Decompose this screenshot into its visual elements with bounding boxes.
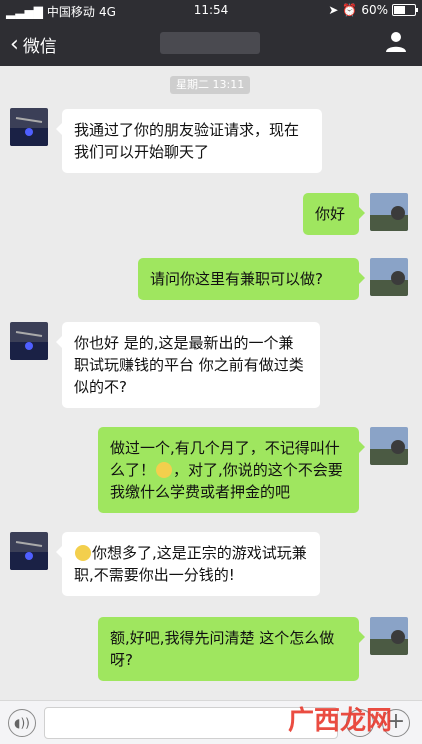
status-right: ➤ ⏰ 60% <box>328 3 418 17</box>
contact-avatar[interactable] <box>10 532 48 570</box>
message-text: 你想多了,这是正宗的游戏试玩兼职,不需要你出一分钱的! <box>74 544 307 584</box>
watermark: 广西龙网 <box>288 706 393 736</box>
my-avatar[interactable] <box>370 427 408 465</box>
nav-bar: ‹ 微信 <box>0 20 422 66</box>
timestamp: 星期二 13:11 <box>170 76 251 94</box>
message-bubble-received[interactable]: 我通过了你的朋友验证请求，现在我们可以开始聊天了 <box>56 109 322 173</box>
emoji-icon <box>156 462 173 478</box>
battery-percent: 60% <box>361 3 388 17</box>
message-bubble-received[interactable]: 你也好 是的,这是最新出的一个兼职试玩赚钱的平台 你之前有做过类似的不? <box>56 322 320 408</box>
chat-title-blurred <box>160 32 260 54</box>
alarm-icon: ⏰ <box>342 3 358 17</box>
my-avatar[interactable] <box>370 258 408 296</box>
chevron-left-icon: ‹ <box>10 31 19 57</box>
location-icon: ➤ <box>328 3 339 17</box>
my-avatar[interactable] <box>370 193 408 231</box>
message-bubble-sent[interactable]: 做过一个,有几个月了，不记得叫什么了！ ，对了,你说的这个不会要我缴什么学费或者押… <box>98 427 365 513</box>
message-bubble-sent[interactable]: 请问你这里有兼职可以做? <box>138 258 365 300</box>
message-bubble-sent[interactable]: 你好 <box>303 193 365 235</box>
contact-avatar[interactable] <box>10 108 48 146</box>
emoji-icon <box>75 545 91 561</box>
battery-fill <box>394 6 405 14</box>
back-label: 微信 <box>22 37 57 57</box>
battery-icon <box>392 4 418 16</box>
user-profile-icon[interactable] <box>384 30 408 54</box>
message-bubble-sent[interactable]: 额,好吧,我得先问清楚 这个怎么做呀? <box>98 617 365 681</box>
contact-avatar[interactable] <box>10 322 48 360</box>
voice-icon[interactable]: ◖)) <box>8 709 36 737</box>
my-avatar[interactable] <box>370 617 408 655</box>
message-bubble-received[interactable]: 你想多了,这是正宗的游戏试玩兼职,不需要你出一分钱的! <box>56 532 320 596</box>
back-button[interactable]: ‹ 微信 <box>10 32 57 57</box>
status-bar: ▂▃▅▇ 中国移动 4G 11:54 ➤ ⏰ 60% <box>0 0 422 20</box>
